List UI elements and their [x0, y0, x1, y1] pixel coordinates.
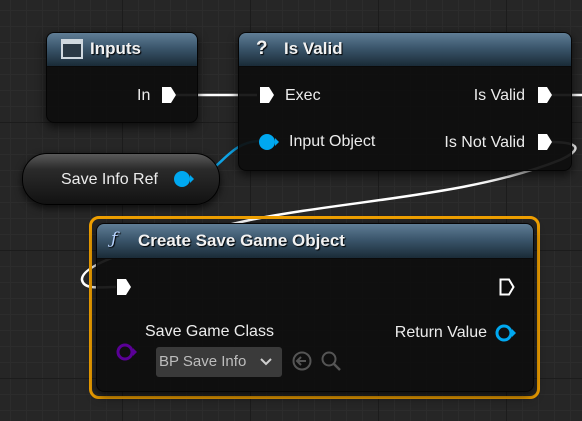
object-out-pin-icon[interactable] — [172, 169, 196, 189]
exec-in-pin-icon[interactable] — [115, 277, 133, 297]
create-save-game-object-node[interactable]: ƒ Create Save Game Object Save Game Clas… — [96, 223, 534, 392]
save-game-class-pin-label: Save Game Class — [145, 323, 274, 340]
is-not-valid-pin-label: Is Not Valid — [444, 134, 525, 151]
exec-pin-label: Exec — [285, 87, 321, 104]
save-game-class-value: BP Save Info — [159, 353, 247, 370]
is-valid-pin-label: Is Valid — [473, 87, 525, 104]
exec-out-pin-icon[interactable] — [160, 85, 178, 105]
use-selected-asset-icon[interactable] — [291, 350, 313, 372]
input-object-pin-label: Input Object — [289, 133, 376, 150]
save-info-ref-variable-node[interactable]: Save Info Ref — [22, 153, 220, 205]
inputs-node-title: Inputs — [90, 39, 141, 58]
exec-out-is-valid-pin-icon[interactable] — [536, 85, 554, 105]
object-in-pin-icon[interactable] — [257, 132, 281, 152]
exec-in-pin-icon[interactable] — [258, 85, 276, 105]
save-info-ref-label: Save Info Ref — [61, 171, 158, 188]
is-valid-node[interactable]: ? Is Valid Exec Input Object Is Valid Is… — [238, 32, 572, 171]
is-valid-node-title: Is Valid — [284, 39, 343, 58]
inputs-node[interactable]: Inputs In — [46, 32, 198, 123]
frame-icon — [61, 39, 83, 59]
exec-out-is-not-valid-pin-icon[interactable] — [536, 132, 554, 152]
class-in-pin-icon[interactable] — [115, 342, 139, 362]
in-pin-label: In — [137, 87, 151, 104]
browse-search-icon[interactable] — [319, 349, 343, 373]
chevron-down-icon — [260, 358, 272, 366]
exec-out-pin-icon[interactable] — [498, 277, 516, 297]
save-game-class-dropdown[interactable]: BP Save Info — [156, 347, 282, 377]
function-icon: ƒ — [111, 229, 118, 249]
return-value-pin-label: Return Value — [394, 324, 487, 341]
create-node-title: Create Save Game Object — [138, 231, 345, 250]
object-out-pin-icon[interactable] — [494, 323, 518, 343]
question-icon: ? — [256, 38, 268, 59]
